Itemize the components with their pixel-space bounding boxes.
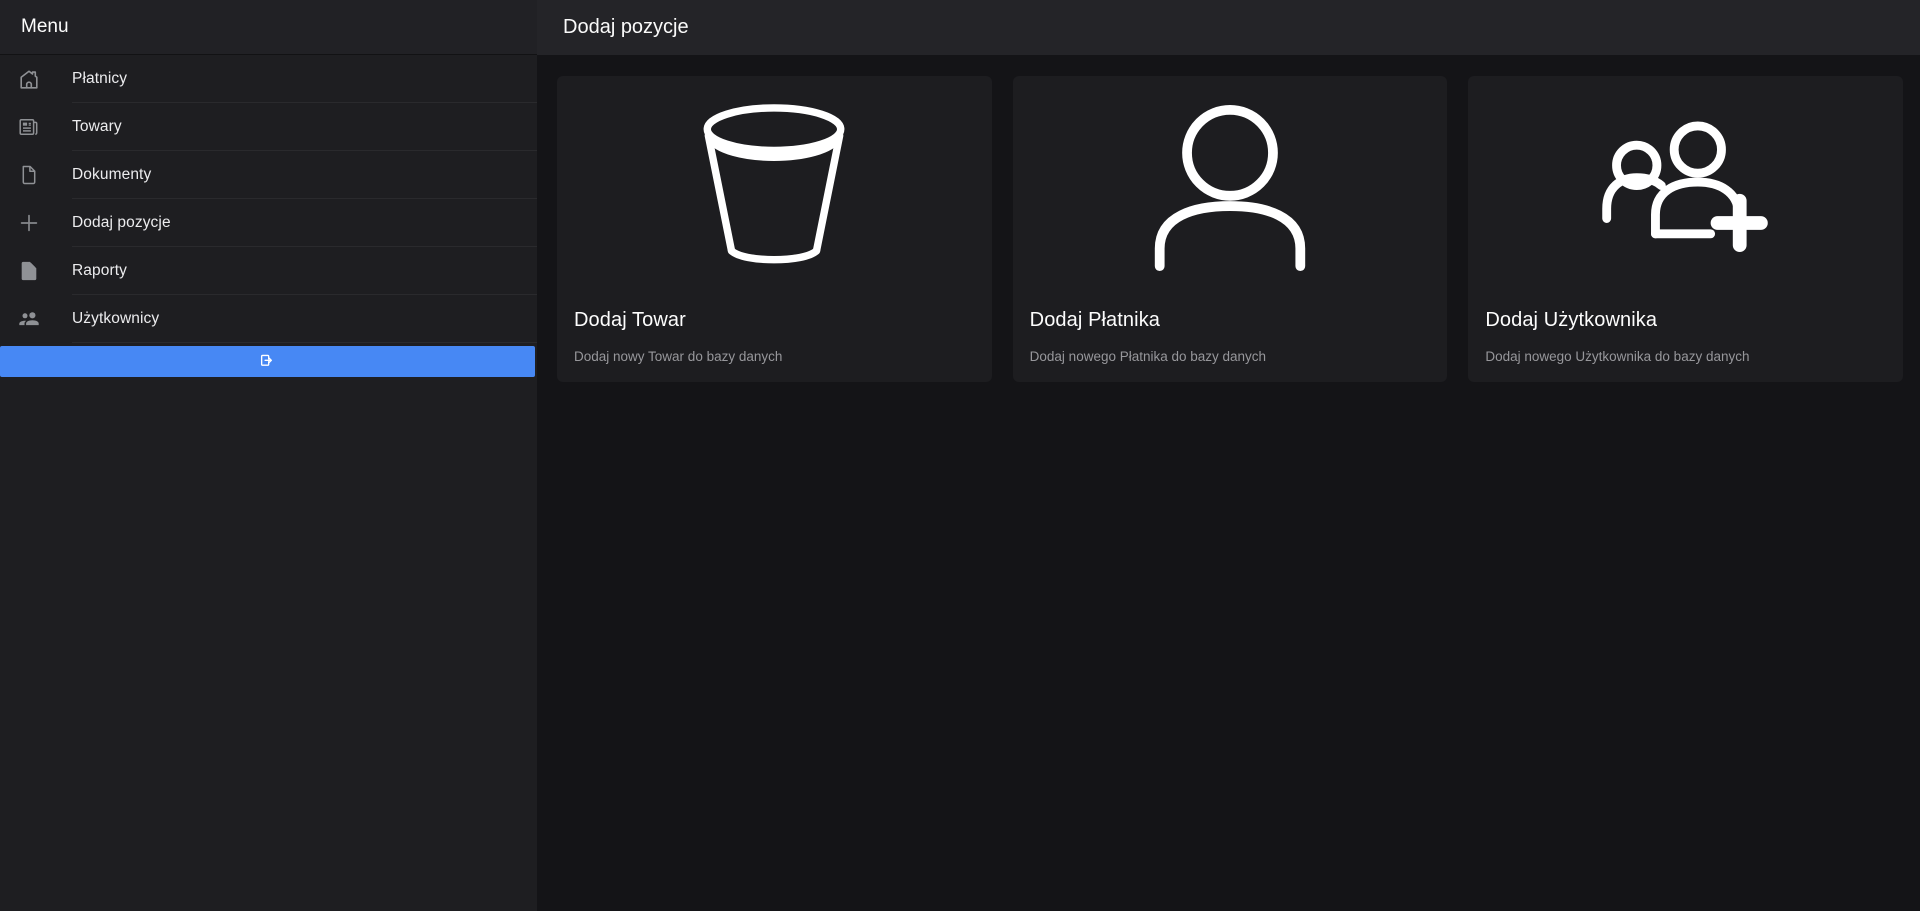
newspaper-icon	[17, 115, 41, 139]
main-area: Dodaj pozycje Dodaj Towar	[537, 0, 1920, 911]
card-subtitle: Dodaj nowego Płatnika do bazy danych	[1030, 348, 1431, 365]
sidebar-item-platnicy[interactable]: Płatnicy	[0, 55, 537, 103]
header: Dodaj pozycje	[537, 0, 1920, 55]
cards-grid: Dodaj Towar Dodaj nowy Towar do bazy dan…	[557, 76, 1903, 382]
person-icon	[1030, 76, 1431, 290]
card-dodaj-platnika[interactable]: Dodaj Płatnika Dodaj nowego Płatnika do …	[1013, 76, 1448, 382]
card-title: Dodaj Płatnika	[1030, 307, 1431, 333]
card-dodaj-uzytkownika[interactable]: Dodaj Użytkownika Dodaj nowego Użytkowni…	[1468, 76, 1903, 382]
sidebar-item-label: Dokumenty	[72, 166, 151, 184]
house-icon	[17, 67, 41, 91]
sidebar-item-uzytkownicy[interactable]: Użytkownicy	[0, 295, 537, 343]
card-subtitle: Dodaj nowego Użytkownika do bazy danych	[1485, 348, 1886, 365]
users-icon	[17, 307, 41, 331]
sidebar-item-label: Towary	[72, 118, 122, 136]
card-title: Dodaj Użytkownika	[1485, 307, 1886, 333]
sidebar-item-label: Raporty	[72, 262, 127, 280]
plus-icon	[17, 211, 41, 235]
sidebar-header: Menu	[0, 0, 537, 55]
document-icon	[17, 163, 41, 187]
sidebar: Menu Płatnicy	[0, 0, 537, 911]
logout-button[interactable]	[0, 346, 535, 377]
sidebar-item-towary[interactable]: Towary	[0, 103, 537, 151]
sidebar-item-raporty[interactable]: Raporty	[0, 247, 537, 295]
group-add-icon	[1485, 76, 1886, 290]
content: Dodaj Towar Dodaj nowy Towar do bazy dan…	[537, 55, 1920, 911]
sidebar-item-dokumenty[interactable]: Dokumenty	[0, 151, 537, 199]
sidebar-item-label: Użytkownicy	[72, 310, 159, 328]
sidebar-item-dodaj-pozycje[interactable]: Dodaj pozycje	[0, 199, 537, 247]
sidebar-title: Menu	[21, 16, 69, 38]
bucket-icon	[574, 76, 975, 290]
sidebar-menu: Płatnicy Towary	[0, 55, 537, 343]
page-title: Dodaj pozycje	[563, 16, 689, 39]
sidebar-item-label: Dodaj pozycje	[72, 214, 171, 232]
logout-icon	[258, 352, 277, 371]
report-icon	[17, 259, 41, 283]
card-dodaj-towar[interactable]: Dodaj Towar Dodaj nowy Towar do bazy dan…	[557, 76, 992, 382]
sidebar-item-label: Płatnicy	[72, 70, 127, 88]
card-title: Dodaj Towar	[574, 307, 975, 333]
card-subtitle: Dodaj nowy Towar do bazy danych	[574, 348, 975, 365]
